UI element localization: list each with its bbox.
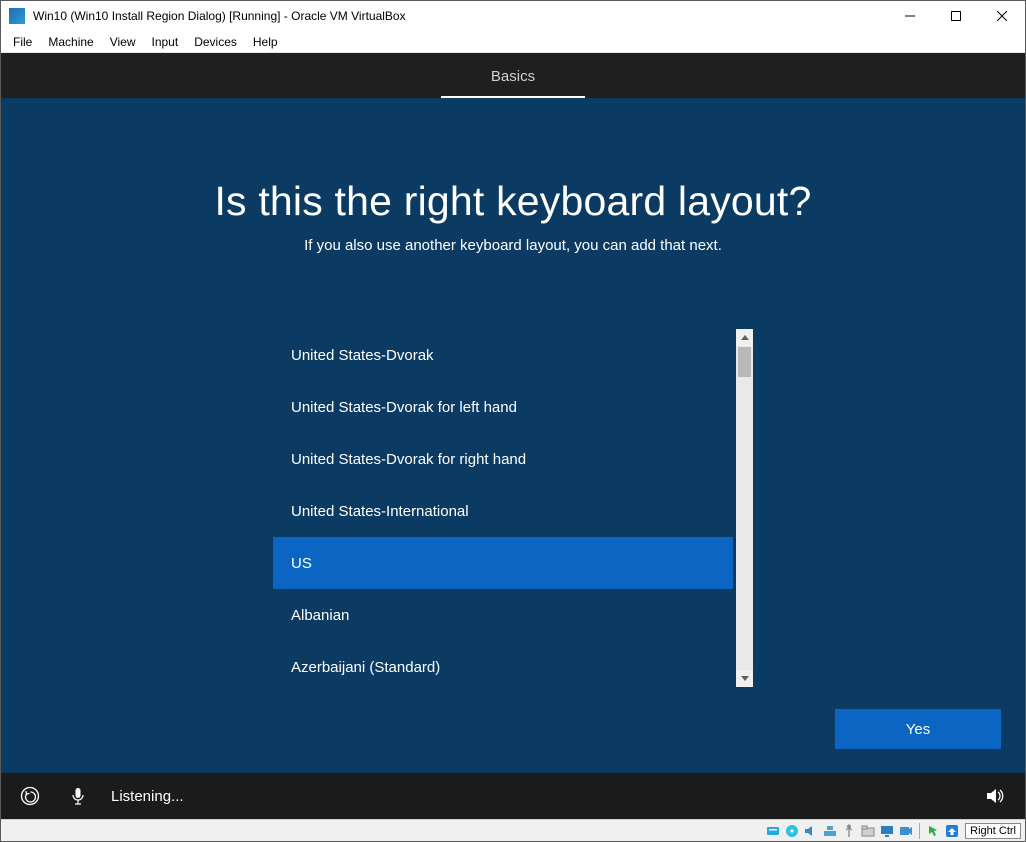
hard-disk-icon[interactable] xyxy=(765,823,781,839)
minimize-button[interactable] xyxy=(887,1,933,31)
keyboard-list-item[interactable]: Albanian xyxy=(273,589,733,641)
keyboard-list-item[interactable]: Azerbaijani (Standard) xyxy=(273,641,733,687)
titlebar: Win10 (Win10 Install Region Dialog) [Run… xyxy=(1,1,1025,31)
keyboard-captured-icon[interactable] xyxy=(944,823,960,839)
oobe-content: Is this the right keyboard layout? If yo… xyxy=(1,98,1025,773)
oobe-bottombar: Listening... xyxy=(1,773,1025,819)
listening-label: Listening... xyxy=(111,788,184,805)
menu-view[interactable]: View xyxy=(102,33,144,51)
keyboard-list-scrollbar[interactable] xyxy=(736,329,753,687)
keyboard-listbox[interactable]: United States-DvorakUnited States-Dvorak… xyxy=(273,329,733,687)
back-button[interactable] xyxy=(19,785,41,807)
status-separator xyxy=(919,823,920,839)
shared-folders-icon[interactable] xyxy=(860,823,876,839)
page-subhead: If you also use another keyboard layout,… xyxy=(304,237,722,254)
menu-help[interactable]: Help xyxy=(245,33,286,51)
maximize-button[interactable] xyxy=(933,1,979,31)
optical-disk-icon[interactable] xyxy=(784,823,800,839)
tab-basics[interactable]: Basics xyxy=(441,58,585,98)
menu-file[interactable]: File xyxy=(5,33,40,51)
window-controls xyxy=(887,1,1025,31)
keyboard-list-item[interactable]: US xyxy=(273,537,733,589)
oobe-tabstrip: Basics xyxy=(1,53,1025,98)
window-title: Win10 (Win10 Install Region Dialog) [Run… xyxy=(33,9,887,23)
network-icon[interactable] xyxy=(822,823,838,839)
vm-viewport: Basics Is this the right keyboard layout… xyxy=(1,53,1025,819)
vm-icon xyxy=(9,8,25,24)
scroll-down-arrow[interactable] xyxy=(736,670,753,687)
audio-icon[interactable] xyxy=(803,823,819,839)
volume-icon[interactable] xyxy=(985,785,1007,807)
scroll-thumb[interactable] xyxy=(738,347,751,377)
mouse-integration-icon[interactable] xyxy=(925,823,941,839)
microphone-icon[interactable] xyxy=(69,787,87,805)
keyboard-list-item[interactable]: United States-International xyxy=(273,485,733,537)
scroll-up-arrow[interactable] xyxy=(736,329,753,346)
virtualbox-window: Win10 (Win10 Install Region Dialog) [Run… xyxy=(0,0,1026,842)
keyboard-list-item[interactable]: United States-Dvorak xyxy=(273,329,733,381)
keyboard-list-container: United States-DvorakUnited States-Dvorak… xyxy=(273,329,753,687)
keyboard-list-item[interactable]: United States-Dvorak for left hand xyxy=(273,381,733,433)
button-row: Yes xyxy=(1,709,1025,749)
menu-devices[interactable]: Devices xyxy=(186,33,245,51)
vm-statusbar: Right Ctrl xyxy=(1,819,1025,841)
menu-machine[interactable]: Machine xyxy=(40,33,101,51)
page-headline: Is this the right keyboard layout? xyxy=(214,178,811,225)
recording-icon[interactable] xyxy=(898,823,914,839)
keyboard-list-item[interactable]: United States-Dvorak for right hand xyxy=(273,433,733,485)
usb-icon[interactable] xyxy=(841,823,857,839)
display-icon[interactable] xyxy=(879,823,895,839)
yes-button[interactable]: Yes xyxy=(835,709,1001,749)
close-button[interactable] xyxy=(979,1,1025,31)
host-key-label[interactable]: Right Ctrl xyxy=(965,823,1021,839)
menubar: File Machine View Input Devices Help xyxy=(1,31,1025,53)
menu-input[interactable]: Input xyxy=(144,33,187,51)
